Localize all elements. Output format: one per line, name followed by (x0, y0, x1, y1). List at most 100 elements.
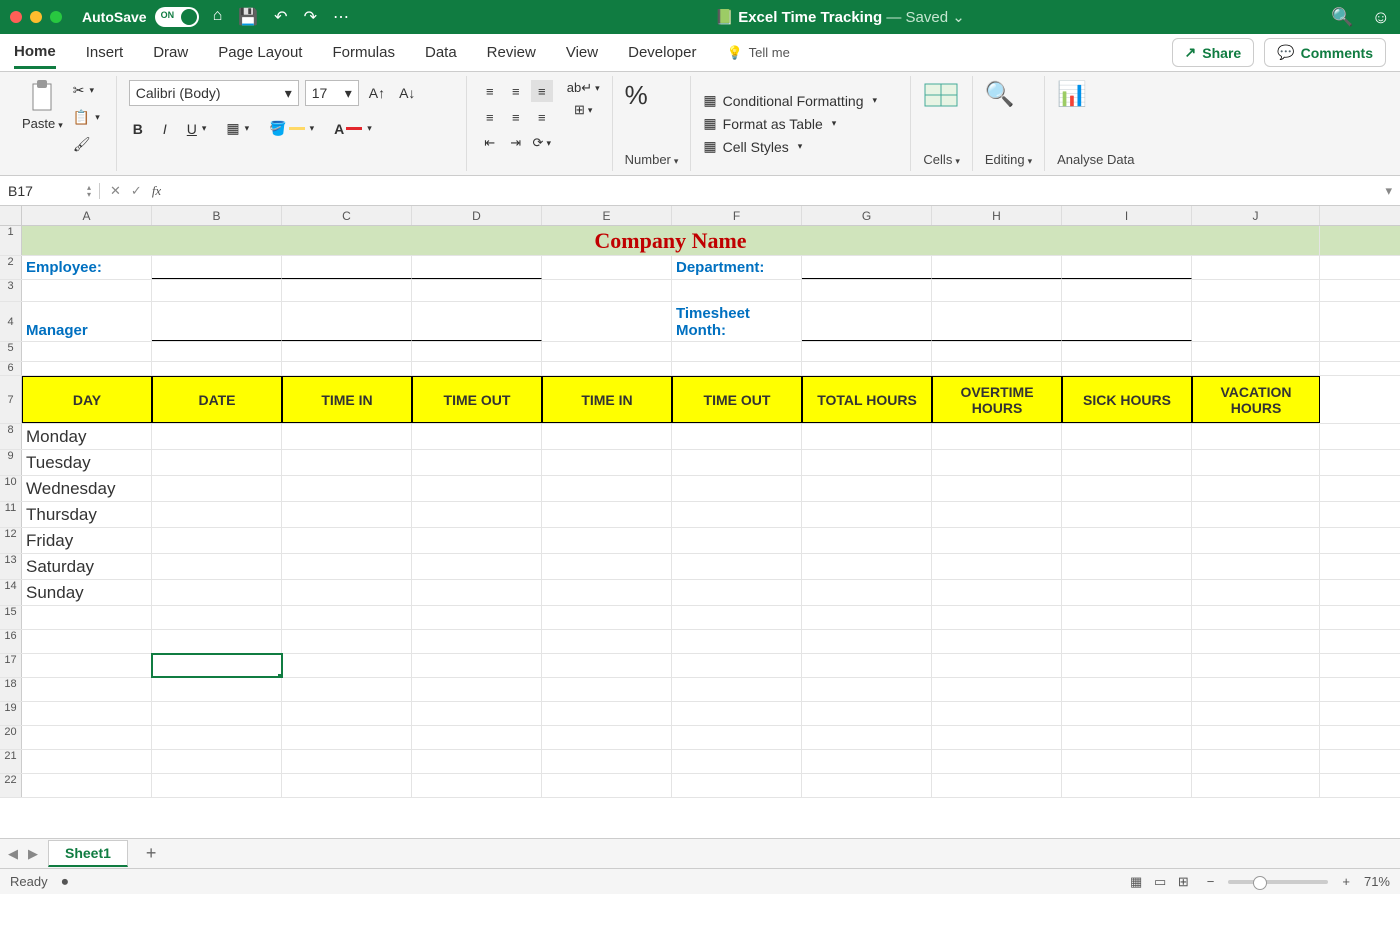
select-all[interactable] (0, 206, 22, 225)
row-header[interactable]: 20 (0, 726, 22, 749)
enter-formula-icon[interactable]: ✓ (131, 183, 142, 199)
number-format[interactable]: % (625, 80, 648, 111)
copy-icon[interactable]: 📋 (69, 107, 104, 128)
font-name-select[interactable]: Calibri (Body)▾ (129, 80, 299, 106)
hdr-total-hours[interactable]: TOTAL HOURS (802, 376, 932, 423)
search-icon[interactable]: 🔍 (1331, 7, 1353, 28)
undo-icon[interactable]: ↶ (274, 7, 287, 27)
company-name-cell[interactable]: Company Name (22, 226, 1320, 255)
cell-styles[interactable]: ▦ Cell Styles (703, 136, 802, 157)
maximize-window[interactable] (50, 11, 62, 23)
autosave-toggle[interactable]: ON (155, 7, 199, 27)
italic-button[interactable]: I (159, 119, 171, 139)
hdr-time-in-2[interactable]: TIME IN (542, 376, 672, 423)
hdr-vacation[interactable]: VACATION HOURS (1192, 376, 1320, 423)
row-header[interactable]: 16 (0, 630, 22, 653)
hdr-sick[interactable]: SICK HOURS (1062, 376, 1192, 423)
employee-label[interactable]: Employee: (22, 256, 152, 279)
row-header[interactable]: 7 (0, 376, 22, 423)
bold-button[interactable]: B (129, 119, 147, 139)
font-color-button[interactable]: A (330, 119, 376, 139)
day-cell[interactable]: Wednesday (22, 476, 152, 501)
[interactable] (152, 606, 282, 629)
save-icon[interactable]: 💾 (238, 7, 258, 27)
underline-button[interactable]: U (183, 119, 211, 139)
row-header[interactable]: 3 (0, 280, 22, 301)
close-window[interactable] (10, 11, 22, 23)
sheet-prev[interactable]: ◀ (8, 846, 18, 862)
row-header[interactable]: 19 (0, 702, 22, 725)
more-icon[interactable]: ⋯ (333, 7, 349, 27)
tab-data[interactable]: Data (425, 44, 457, 61)
increase-font-icon[interactable]: A↑ (365, 83, 389, 103)
tab-insert[interactable]: Insert (86, 44, 124, 61)
[interactable] (152, 726, 282, 749)
comments-button[interactable]: 💬 Comments (1264, 38, 1386, 67)
redo-icon[interactable]: ↷ (304, 7, 317, 27)
hdr-time-out-2[interactable]: TIME OUT (672, 376, 802, 423)
align-left[interactable]: ≡ (479, 106, 501, 128)
spreadsheet-grid[interactable]: A B C D E F G H I J 1 Company Name 2 Emp… (0, 206, 1400, 838)
align-center[interactable]: ≡ (505, 106, 527, 128)
cut-icon[interactable]: ✂ (69, 80, 104, 101)
row-header[interactable]: 22 (0, 774, 22, 797)
share-button[interactable]: ↗ Share (1172, 38, 1255, 67)
emoji-icon[interactable]: ☺ (1372, 7, 1390, 28)
decrease-font-icon[interactable]: A↓ (395, 83, 419, 103)
timesheet-month-field[interactable] (802, 302, 932, 341)
align-top[interactable]: ≡ (479, 80, 501, 102)
row-header[interactable]: 11 (0, 502, 22, 527)
fill-color-button[interactable]: 🪣 (265, 118, 318, 139)
cancel-formula-icon[interactable]: ✕ (110, 183, 121, 199)
orientation[interactable]: ⟳ (531, 132, 553, 154)
row-header[interactable]: 14 (0, 580, 22, 605)
day-cell[interactable]: Sunday (22, 580, 152, 605)
row-header[interactable]: 1 (0, 226, 22, 255)
indent-decrease[interactable]: ⇤ (479, 132, 501, 154)
row-header[interactable]: 6 (0, 362, 22, 375)
tab-page-layout[interactable]: Page Layout (218, 44, 302, 61)
cells-button[interactable] (923, 80, 959, 110)
col-header[interactable]: D (412, 206, 542, 225)
col-header[interactable]: G (802, 206, 932, 225)
hdr-overtime[interactable]: OVERTIME HOURS (932, 376, 1062, 423)
hdr-time-out[interactable]: TIME OUT (412, 376, 542, 423)
[interactable] (152, 750, 282, 773)
manager-label[interactable]: Manager (22, 302, 152, 341)
row-header[interactable]: 13 (0, 554, 22, 579)
department-field[interactable] (802, 256, 932, 279)
[interactable] (152, 702, 282, 725)
col-header[interactable]: E (542, 206, 672, 225)
hdr-time-in[interactable]: TIME IN (282, 376, 412, 423)
row-header[interactable]: 9 (0, 450, 22, 475)
row-header[interactable]: 12 (0, 528, 22, 553)
row-header[interactable]: 2 (0, 256, 22, 279)
format-painter-icon[interactable]: 🖌 (69, 134, 104, 155)
home-icon[interactable]: ⌂ (213, 7, 223, 27)
day-cell[interactable]: Monday (22, 424, 152, 449)
hdr-day[interactable]: DAY (22, 376, 152, 423)
name-box[interactable]: B17 ▴▾ (0, 183, 100, 199)
row-header[interactable]: 4 (0, 302, 22, 341)
[interactable] (152, 630, 282, 653)
sheet-tab[interactable]: Sheet1 (48, 840, 128, 867)
col-header[interactable]: I (1062, 206, 1192, 225)
row-header[interactable]: 21 (0, 750, 22, 773)
formula-input[interactable] (171, 183, 1377, 199)
col-header[interactable]: H (932, 206, 1062, 225)
border-button[interactable]: ▦ (222, 118, 253, 139)
add-sheet-button[interactable]: + (138, 843, 165, 864)
indent-increase[interactable]: ⇥ (505, 132, 527, 154)
view-page-break-icon[interactable]: ⊞ (1174, 874, 1193, 889)
row-header[interactable]: 10 (0, 476, 22, 501)
col-header[interactable]: J (1192, 206, 1320, 225)
col-header[interactable]: F (672, 206, 802, 225)
tab-draw[interactable]: Draw (153, 44, 188, 61)
tab-developer[interactable]: Developer (628, 44, 696, 61)
department-label[interactable]: Department: (672, 256, 802, 279)
zoom-slider[interactable] (1228, 880, 1328, 884)
tab-home[interactable]: Home (14, 43, 56, 69)
day-cell[interactable]: Saturday (22, 554, 152, 579)
active-cell[interactable] (152, 654, 282, 677)
conditional-formatting[interactable]: ▦ Conditional Formatting (703, 90, 877, 111)
